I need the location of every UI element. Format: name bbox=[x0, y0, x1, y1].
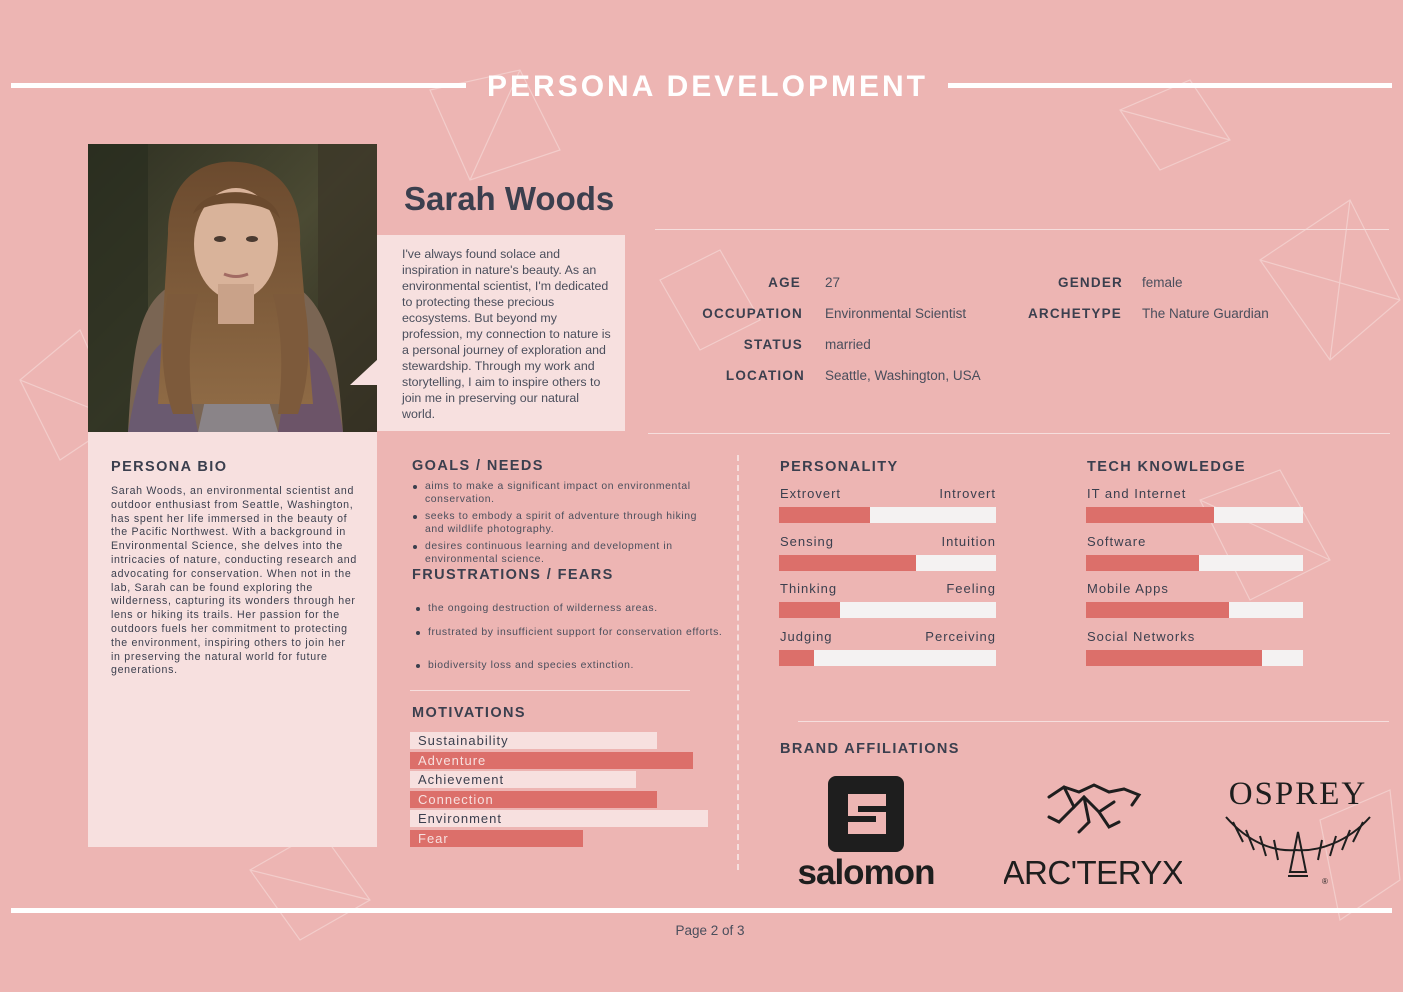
frustration-item: frustrated by insufficient support for c… bbox=[416, 626, 728, 639]
trait-bar-fill bbox=[779, 649, 814, 666]
demographics-divider bbox=[648, 433, 1390, 434]
arcteryx-logo: ARC'TERYX bbox=[1003, 777, 1184, 891]
tech-label: Mobile Apps bbox=[1087, 581, 1169, 596]
goal-item: aims to make a significant impact on env… bbox=[413, 480, 730, 507]
trait-right-label: Feeling bbox=[946, 581, 996, 596]
motivation-label: Adventure bbox=[418, 752, 487, 768]
goals-title: GOALS / NEEDS bbox=[412, 458, 544, 474]
persona-photo bbox=[88, 144, 377, 432]
tech-title: TECH KNOWLEDGE bbox=[1087, 459, 1246, 475]
motivation-bar: Connection bbox=[410, 790, 657, 808]
gender-value: female bbox=[1142, 275, 1183, 290]
occupation-label: OCCUPATION bbox=[702, 306, 803, 321]
tech-bar-fill bbox=[1086, 649, 1262, 666]
header-line-right bbox=[948, 83, 1392, 88]
persona-name: Sarah Woods bbox=[404, 180, 615, 217]
location-label: LOCATION bbox=[725, 368, 805, 383]
frustrations-divider bbox=[410, 690, 690, 691]
name-divider bbox=[655, 229, 1389, 230]
tech-bar-fill bbox=[1086, 507, 1214, 523]
brands-divider bbox=[798, 721, 1389, 722]
archetype-value: The Nature Guardian bbox=[1142, 306, 1269, 321]
bio-text: Sarah Woods, an environmental scientist … bbox=[111, 485, 357, 677]
motivation-label: Achievement bbox=[418, 772, 505, 788]
tech-bar bbox=[1086, 554, 1303, 571]
page-number: Page 2 of 3 bbox=[675, 923, 745, 938]
header-line-left bbox=[11, 83, 466, 88]
motivation-bar: Fear bbox=[410, 830, 583, 847]
trait-bar-fill bbox=[779, 602, 840, 618]
motivation-label: Fear bbox=[418, 831, 449, 846]
trait-bar bbox=[779, 554, 996, 571]
tech-bar bbox=[1086, 649, 1303, 666]
tech-bar bbox=[1086, 507, 1303, 523]
frustration-item: biodiversity loss and species extinction… bbox=[416, 659, 718, 672]
trait-bar bbox=[779, 649, 996, 666]
bio-title: PERSONA BIO bbox=[111, 459, 228, 475]
frustration-item: the ongoing destruction of wilderness ar… bbox=[416, 602, 718, 615]
age-value: 27 bbox=[825, 275, 841, 290]
occupation-value: Environmental Scientist bbox=[825, 306, 967, 321]
goal-item: seeks to embody a spirit of adventure th… bbox=[413, 510, 715, 537]
location-value: Seattle, Washington, USA bbox=[825, 368, 981, 383]
motivation-bar: Adventure bbox=[410, 751, 693, 769]
svg-text:®: ® bbox=[1322, 877, 1328, 886]
personality-title: PERSONALITY bbox=[780, 459, 899, 475]
salomon-logo: salomon bbox=[778, 776, 954, 892]
footer-line bbox=[11, 908, 1392, 913]
tech-bar-fill bbox=[1086, 602, 1229, 618]
quote-tail bbox=[350, 359, 378, 385]
motivation-label: Environment bbox=[418, 811, 502, 827]
motivation-bar: Environment bbox=[410, 810, 708, 828]
svg-text:ARC'TERYX: ARC'TERYX bbox=[1004, 854, 1182, 887]
trait-bar bbox=[779, 507, 996, 523]
trait-right-label: Perceiving bbox=[925, 628, 996, 644]
motivation-bar: Sustainability bbox=[410, 732, 657, 749]
tech-bar-fill bbox=[1086, 554, 1199, 571]
age-label: AGE bbox=[768, 275, 801, 290]
status-value: married bbox=[825, 337, 871, 352]
tech-label: Software bbox=[1087, 533, 1147, 549]
trait-right-label: Intuition bbox=[941, 533, 996, 549]
column-divider bbox=[737, 455, 739, 870]
motivation-bar: Achievement bbox=[410, 771, 636, 789]
motivations-title: MOTIVATIONS bbox=[412, 705, 526, 721]
trait-bar-fill bbox=[779, 554, 916, 571]
tech-bar bbox=[1086, 602, 1303, 618]
svg-text:salomon: salomon bbox=[798, 853, 935, 888]
brands-title: BRAND AFFILIATIONS bbox=[780, 741, 960, 757]
osprey-logo: OSPREY ® bbox=[1218, 772, 1378, 888]
motivation-label: Connection bbox=[418, 791, 494, 807]
status-label: STATUS bbox=[743, 337, 803, 352]
goal-item: desires continuous learning and developm… bbox=[413, 540, 720, 567]
tech-label: IT and Internet bbox=[1087, 486, 1187, 501]
trait-bar-fill bbox=[779, 507, 870, 523]
trait-bar bbox=[779, 602, 996, 618]
tech-label: Social Networks bbox=[1087, 628, 1196, 644]
gender-label: GENDER bbox=[1058, 275, 1123, 290]
persona-quote: I've always found solace and inspiration… bbox=[377, 235, 625, 431]
frustrations-title: FRUSTRATIONS / FEARS bbox=[412, 567, 614, 583]
page-title: PERSONA DEVELOPMENT bbox=[487, 70, 928, 103]
trait-right-label: Introvert bbox=[939, 486, 996, 501]
archetype-label: ARCHETYPE bbox=[1027, 306, 1122, 321]
svg-text:OSPREY: OSPREY bbox=[1229, 776, 1368, 812]
motivation-label: Sustainability bbox=[418, 733, 509, 748]
